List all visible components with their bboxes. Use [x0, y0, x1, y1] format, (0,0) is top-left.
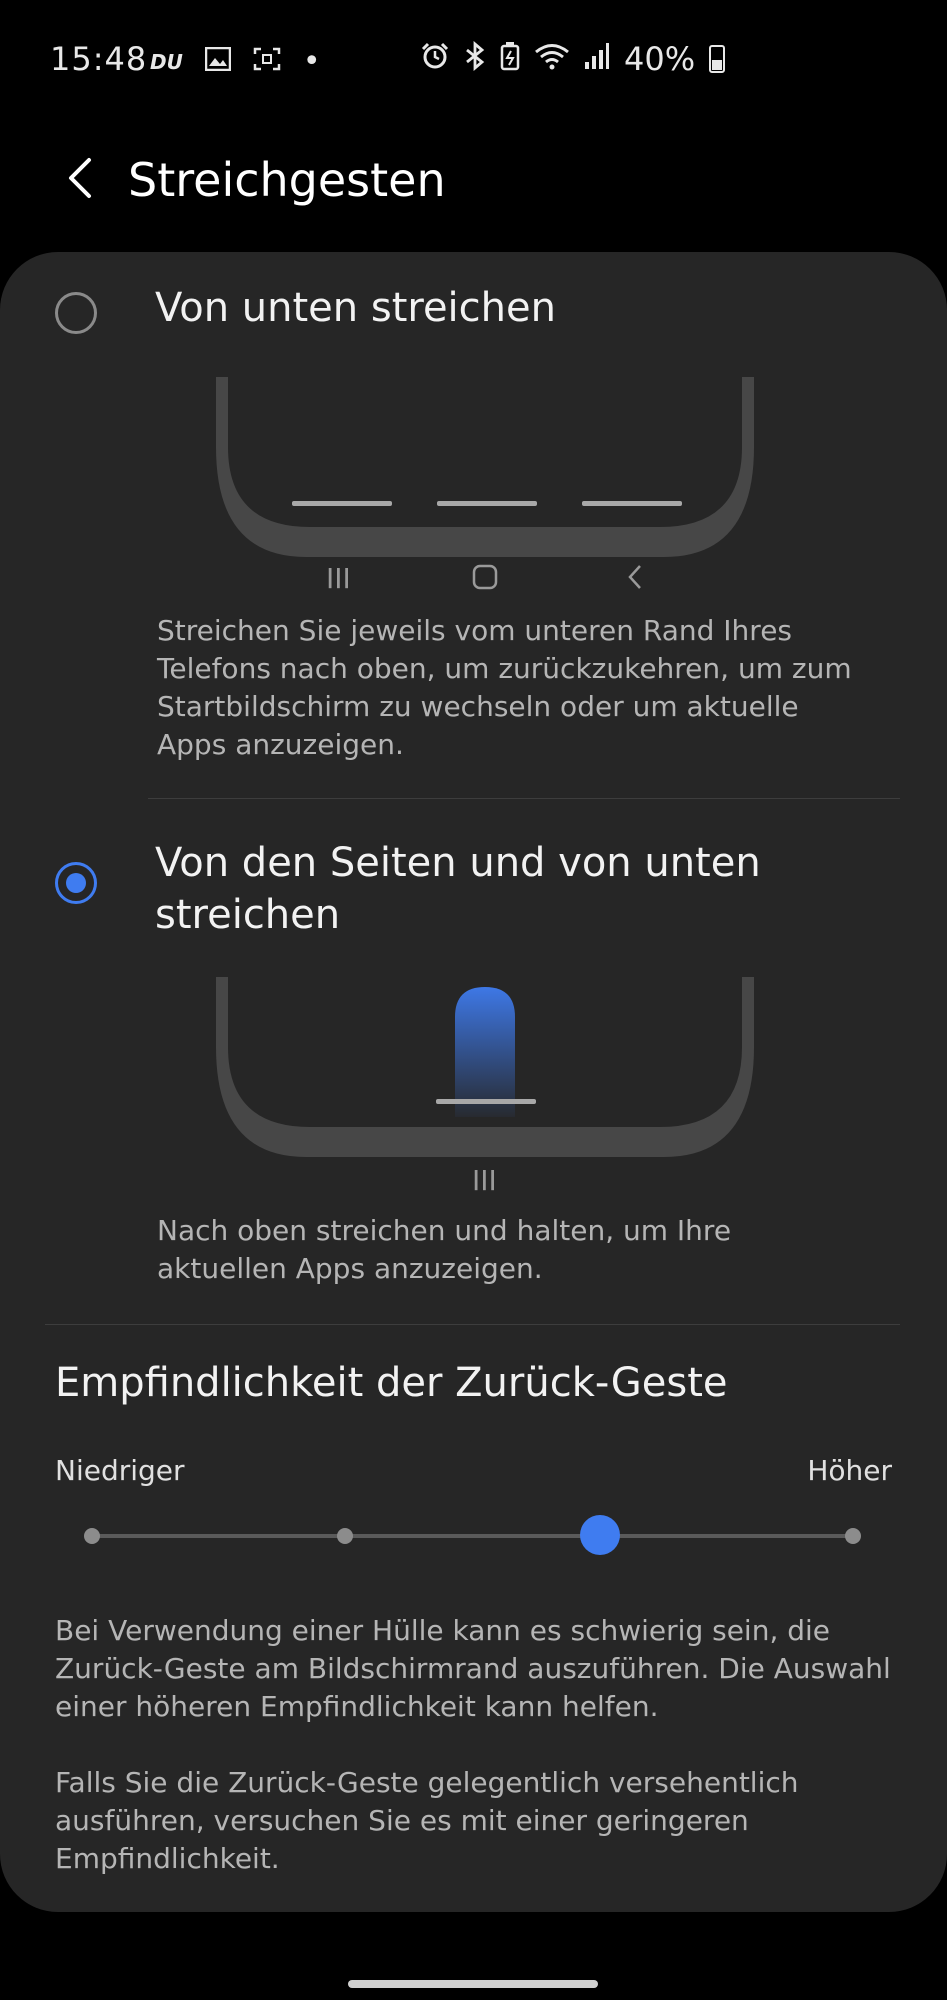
status-left-icons: DU • [150, 44, 321, 79]
page-title: Streichgesten [128, 153, 446, 207]
back-button[interactable] [50, 140, 110, 220]
status-right-icons: 40% [420, 40, 726, 78]
option-description: Streichen Sie jeweils vom unteren Rand I… [157, 614, 852, 761]
radio-swipe-from-sides-and-bottom[interactable] [55, 862, 97, 904]
screenshot-icon [253, 47, 281, 77]
battery-percent: 40% [624, 40, 696, 78]
status-time: 15:48 [50, 40, 148, 78]
signal-icon [584, 42, 610, 77]
bluetooth-icon [464, 40, 486, 78]
slider-track [90, 1534, 855, 1538]
sensitivity-slider[interactable] [84, 1510, 861, 1560]
help-text-accidental: Falls Sie die Zurück-Geste gelegentlich … [55, 1766, 799, 1875]
slider-low-label: Niedriger [55, 1454, 185, 1487]
help-text-case: Bei Verwendung einer Hülle kann es schwi… [55, 1614, 891, 1723]
alarm-icon [420, 41, 450, 78]
option-description: Nach oben streichen und halten, um Ihre … [157, 1214, 732, 1285]
slider-stop[interactable] [845, 1528, 861, 1544]
dot-icon: • [302, 44, 321, 79]
battery-saver-icon [500, 41, 520, 78]
nav-glyphs: III [0, 1164, 947, 1204]
back-glyph [625, 562, 645, 597]
radio-swipe-from-bottom[interactable] [55, 292, 97, 334]
du-carrier-icon: DU [150, 49, 183, 74]
option-title: Von den Seiten und von unten streichen [155, 840, 761, 938]
recents-glyph: III [472, 1164, 497, 1197]
slider-stop[interactable] [337, 1528, 353, 1544]
home-indicator[interactable] [348, 1980, 598, 1988]
slider-thumb[interactable] [580, 1515, 620, 1555]
settings-card: Von unten streichen III Streichen Sie je… [0, 252, 947, 1912]
battery-icon [709, 45, 726, 73]
option-divider [148, 798, 900, 799]
sensitivity-title: Empfindlichkeit der Zurück-Geste [55, 1360, 728, 1406]
option-swipe-from-bottom[interactable]: Von unten streichen III Streichen Sie je… [0, 252, 947, 792]
status-bar: 15:48 DU • 40% [0, 0, 947, 120]
phone-bottom-illustration [216, 377, 754, 557]
phone-gesture-illustration [216, 977, 754, 1157]
option-title: Von unten streichen [155, 285, 556, 331]
nav-glyphs: III [0, 562, 947, 602]
section-divider [45, 1324, 900, 1325]
home-glyph [472, 562, 498, 597]
slider-stop[interactable] [84, 1528, 100, 1544]
image-icon [204, 46, 232, 77]
header: Streichgesten [0, 120, 947, 250]
recents-glyph: III [326, 562, 351, 595]
wifi-icon [534, 41, 570, 78]
slider-high-label: Höher [807, 1454, 892, 1487]
chevron-left-icon [65, 156, 95, 204]
